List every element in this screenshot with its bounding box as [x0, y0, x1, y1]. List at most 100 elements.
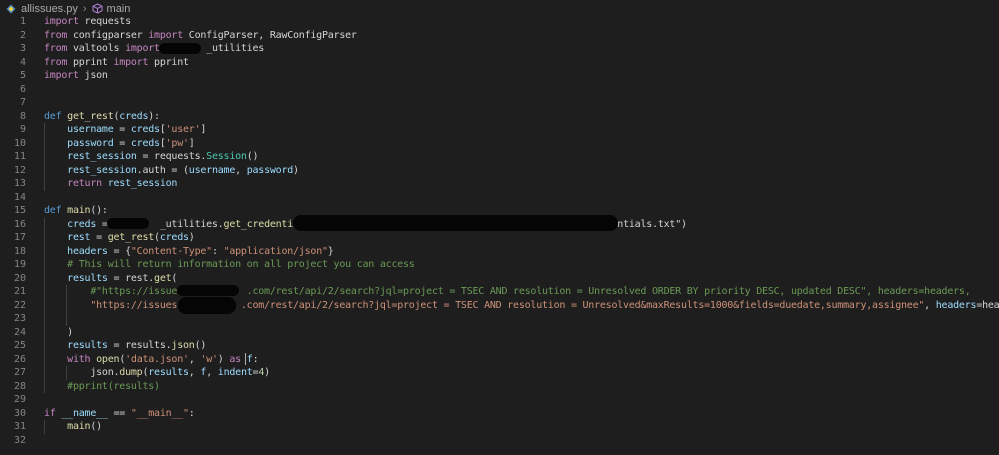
code-line[interactable]: 6 — [0, 83, 999, 97]
code-line[interactable]: 10 password = creds['pw'] — [0, 137, 999, 151]
code-token: open — [96, 353, 120, 365]
code-text: from pprint import pprint — [44, 56, 189, 70]
code-line[interactable]: 11 rest_session = requests.Session() — [0, 150, 999, 164]
code-line[interactable]: 18 headers = {"Content-Type": "applicati… — [0, 245, 999, 259]
code-line[interactable]: 8 def get_rest(creds): — [0, 110, 999, 124]
code-token: import — [113, 56, 149, 68]
code-token: results — [148, 367, 189, 378]
code-line[interactable]: 23 — [0, 312, 999, 326]
code-text: rest_session.auth = (username, password) — [44, 164, 299, 178]
code-token: import — [148, 29, 183, 41]
code-token: if — [44, 407, 56, 419]
code-token: get — [154, 272, 172, 284]
code-text: results = rest.get( — [44, 272, 177, 286]
code-line[interactable]: 17 rest = get_rest(creds) — [0, 231, 999, 245]
code-token: ) — [680, 218, 687, 230]
code-token: def — [44, 205, 62, 216]
line-number: 1 — [19, 16, 26, 27]
line-number: 19 — [13, 259, 26, 270]
code-line[interactable]: 32 — [0, 434, 999, 448]
code-line[interactable]: 14 — [0, 191, 999, 205]
line-number: 29 — [13, 394, 26, 405]
code-token: valtools — [67, 43, 126, 54]
code-line[interactable]: 22 "https://issues. .com/rest/api/2/sear… — [0, 299, 999, 313]
code-token: Session — [206, 151, 247, 162]
code-token: import — [125, 43, 160, 54]
code-token: 'w' — [200, 353, 218, 365]
code-line[interactable]: 7 — [0, 96, 999, 110]
code-token: creds — [130, 137, 160, 149]
code-line[interactable]: 30 if __name__ == "__main__": — [0, 407, 999, 421]
code-line[interactable]: 9 username = creds['user'] — [0, 123, 999, 137]
code-line[interactable]: 19 # This will return information on all… — [0, 258, 999, 272]
line-number: 12 — [13, 164, 26, 176]
code-line[interactable]: 24 ) — [0, 326, 999, 340]
code-line[interactable]: 20 results = rest.get( — [0, 272, 999, 286]
code-token: password — [246, 164, 294, 176]
code-token: , — [188, 353, 201, 365]
code-token: = requests. — [136, 151, 207, 162]
code-line[interactable]: 2 from configparser import ConfigParser, … — [0, 29, 999, 43]
code-token: "Content-Type" — [130, 245, 212, 257]
code-line[interactable]: 26 with open('data.json', 'w') as f: — [0, 353, 999, 367]
code-line[interactable]: 29 — [0, 393, 999, 407]
code-token: , — [188, 367, 201, 378]
line-number: 32 — [13, 434, 26, 446]
indent-guide — [44, 420, 45, 434]
line-number: 4 — [19, 56, 26, 68]
code-token: import — [44, 16, 79, 27]
code-token: ) — [217, 353, 230, 365]
code-token: : — [252, 353, 259, 365]
line-number: 22 — [13, 299, 26, 311]
code-token: json — [171, 340, 195, 351]
line-number: 9 — [19, 124, 26, 135]
code-line[interactable]: 1 import requests — [0, 15, 999, 29]
code-token: requests — [78, 16, 132, 27]
code-token: = rest. — [107, 272, 155, 284]
code-token: creds — [67, 218, 97, 230]
code-token: == — [107, 407, 131, 419]
code-text: rest = get_rest(creds) — [44, 231, 195, 245]
line-number: 2 — [19, 29, 26, 41]
code-line[interactable]: 27 json.dump(results, f, indent=4) — [0, 366, 999, 380]
code-token: configparser — [67, 29, 149, 41]
indent-guide — [44, 123, 45, 191]
code-token: results — [67, 272, 108, 284]
code-line[interactable]: 12 rest_session.auth = (username, passwo… — [0, 164, 999, 178]
code-token: rest_session — [107, 178, 178, 189]
code-line[interactable]: 4 from pprint import pprint — [0, 56, 999, 70]
code-token: =headers, — [976, 299, 999, 311]
code-token: from — [44, 56, 68, 68]
code-editor[interactable]: 1 import requests 2 from configparser impor… — [0, 13, 999, 455]
code-text: import json — [44, 69, 108, 83]
code-text: username = creds['user'] — [44, 123, 206, 137]
line-number: 17 — [13, 232, 26, 243]
line-number: 16 — [13, 218, 26, 230]
code-token: pprint — [67, 56, 114, 68]
code-line[interactable]: 13 return rest_session — [0, 177, 999, 191]
code-token: get_rest — [107, 232, 155, 243]
code-text: def get_rest(creds): — [44, 110, 160, 124]
code-line[interactable]: 28 #pprint(results) — [0, 380, 999, 394]
indent-guide — [66, 366, 67, 380]
code-line[interactable]: 31 main() — [0, 420, 999, 434]
code-line[interactable]: 5 import json — [0, 69, 999, 83]
code-line[interactable]: 21 #"https://issues. .com/rest/api/2/sea… — [0, 285, 999, 299]
code-token: () — [90, 421, 102, 432]
code-line[interactable]: 3 from valtools import _utilities — [0, 42, 999, 56]
indent-guide — [66, 285, 67, 326]
code-token: rest_session — [67, 151, 137, 162]
redaction-line16-a — [107, 218, 149, 229]
code-line[interactable]: 25 results = results.json() — [0, 339, 999, 353]
code-token: ConfigParser, RawConfigParser — [183, 29, 357, 41]
